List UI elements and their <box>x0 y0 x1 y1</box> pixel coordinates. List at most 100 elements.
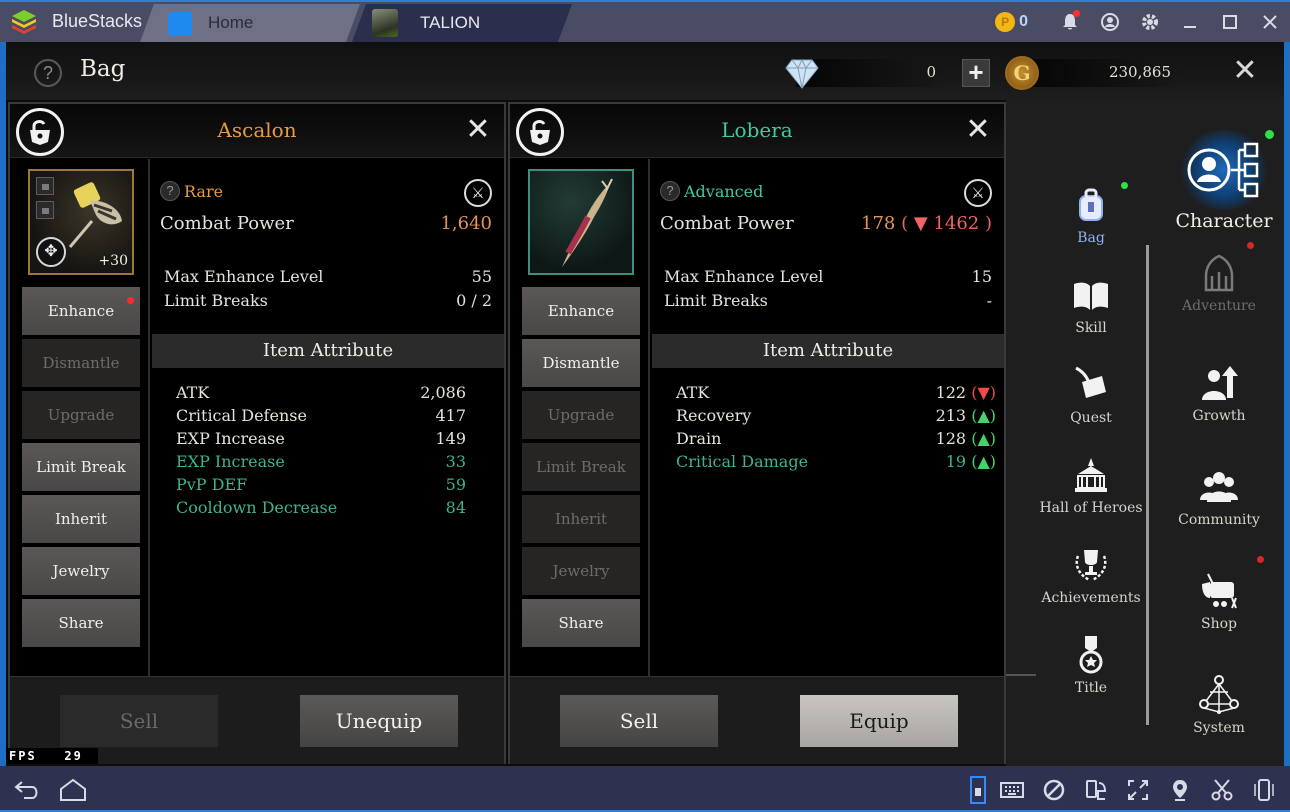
home-nav-icon[interactable] <box>58 778 88 802</box>
eco-mode-icon[interactable] <box>1038 776 1070 804</box>
button-label: Upgrade <box>47 406 115 424</box>
button-label: Limit Break <box>536 458 626 476</box>
attribute-value: 2,086 <box>420 383 466 402</box>
menu-skill[interactable]: Skill <box>1026 272 1156 336</box>
tab-home[interactable]: Home <box>140 4 360 42</box>
attribute-value-wrap: 122 (▼) <box>936 381 996 404</box>
weapon-type-icon[interactable]: ⚔ <box>964 179 992 207</box>
equip-button[interactable]: Equip <box>800 695 958 747</box>
enhance-button[interactable]: Enhance <box>22 287 140 335</box>
armor-type-icon <box>36 237 66 267</box>
button-label: Sell <box>619 709 659 733</box>
attribute-label: Drain <box>676 429 722 448</box>
weapon-type-icon[interactable]: ⚔ <box>464 179 492 207</box>
sell-button[interactable]: Sell <box>560 695 718 747</box>
scroll-quill-icon <box>1068 362 1114 408</box>
unequip-button[interactable]: Unequip <box>300 695 458 747</box>
close-panel-button[interactable]: ✕ <box>964 115 992 145</box>
combat-power-delta: 1462 <box>933 213 980 234</box>
grade-help-icon[interactable]: ? <box>160 181 180 201</box>
attribute-list: ATK 122 (▼) Recovery 213 (▲) Drain 128 (▲) … <box>676 381 996 473</box>
stat-value: 0 / 2 <box>456 291 492 310</box>
scissors-icon[interactable] <box>1206 776 1238 804</box>
grade-help-icon[interactable]: ? <box>660 181 680 201</box>
attribute-label: ATK <box>176 383 210 402</box>
bag-header: ? Bag 0 + 230,865 G ✕ <box>6 42 1284 100</box>
hammer-weapon-icon <box>68 182 122 248</box>
people-icon <box>1196 464 1242 510</box>
item-name: Ascalon <box>217 118 297 142</box>
panel-footer: Sell Equip <box>510 676 1004 764</box>
menu-system[interactable]: System <box>1154 672 1284 736</box>
attribute-value: 417 <box>435 406 466 425</box>
mode-toggle-icon[interactable] <box>970 776 986 804</box>
limit-break-button[interactable]: Limit Break <box>22 443 140 491</box>
menu-hall-of-heroes[interactable]: Hall of Heroes <box>1026 452 1156 516</box>
attribute-row: Critical Defense 417 <box>176 404 466 427</box>
limit-break-button[interactable]: Limit Break <box>522 443 640 491</box>
upgrade-button[interactable]: Upgrade <box>22 391 140 439</box>
sell-button[interactable]: Sell <box>60 695 218 747</box>
tab-talion[interactable]: TALION <box>352 4 572 42</box>
menu-title[interactable]: Title <box>1026 632 1156 696</box>
jewelry-button[interactable]: Jewelry <box>22 547 140 595</box>
dismantle-button[interactable]: Dismantle <box>522 339 640 387</box>
trophy-laurel-icon <box>1068 542 1114 588</box>
menu-achievements[interactable]: Achievements <box>1026 542 1156 606</box>
item-attribute-header: Item Attribute <box>652 334 1004 368</box>
attribute-value: 149 <box>435 429 466 448</box>
inherit-button[interactable]: Inherit <box>22 495 140 543</box>
fullscreen-icon[interactable] <box>1122 776 1154 804</box>
menu-character[interactable]: Character <box>1166 130 1282 232</box>
menu-quest[interactable]: Quest <box>1026 362 1156 426</box>
socket-lock-icon <box>36 201 54 219</box>
share-button[interactable]: Share <box>522 599 640 647</box>
minimize-icon[interactable] <box>1170 6 1210 38</box>
rotate-icon[interactable] <box>1080 776 1112 804</box>
bell-icon[interactable] <box>1050 6 1090 38</box>
help-icon[interactable]: ? <box>34 59 62 87</box>
close-icon[interactable] <box>1250 6 1290 38</box>
combat-power-value: 1,640 <box>440 213 492 234</box>
attribute-list: ATK 2,086 Critical Defense 417 EXP Increas… <box>176 381 466 519</box>
inherit-button[interactable]: Inherit <box>522 495 640 543</box>
keyboard-icon[interactable] <box>996 776 1028 804</box>
back-icon[interactable] <box>12 778 42 802</box>
add-diamonds-button[interactable]: + <box>962 59 990 87</box>
attribute-label: Cooldown Decrease <box>176 498 338 517</box>
stat-row: Limit Breaks 0 / 2 <box>164 289 492 313</box>
button-label: Limit Break <box>36 458 126 476</box>
close-bag-button[interactable]: ✕ <box>1230 56 1260 86</box>
enhance-button[interactable]: Enhance <box>522 287 640 335</box>
character-icon <box>1179 130 1269 210</box>
notification-dot <box>1257 556 1264 563</box>
attribute-row: Recovery 213 (▲) <box>676 404 996 427</box>
menu-label: Adventure <box>1182 298 1256 314</box>
button-label: Dismantle <box>42 354 120 372</box>
menu-bag[interactable]: Bag <box>1026 182 1156 246</box>
shake-device-icon[interactable] <box>1248 776 1280 804</box>
menu-adventure[interactable]: Adventure <box>1154 242 1284 314</box>
menu-shop[interactable]: Shop <box>1154 556 1284 632</box>
menu-community[interactable]: Community <box>1154 464 1284 528</box>
dismantle-button[interactable]: Dismantle <box>22 339 140 387</box>
gear-icon[interactable] <box>1130 6 1170 38</box>
attribute-value-wrap: 213 (▲) <box>936 404 996 427</box>
bluestacks-points-icon[interactable]: P <box>995 12 1016 32</box>
location-icon[interactable] <box>1164 776 1196 804</box>
enhance-level: +30 <box>98 253 128 269</box>
attribute-label: ATK <box>676 383 710 402</box>
share-button[interactable]: Share <box>22 599 140 647</box>
upgrade-button[interactable]: Upgrade <box>522 391 640 439</box>
close-panel-button[interactable]: ✕ <box>464 115 492 145</box>
item-grade: Rare <box>184 181 224 201</box>
account-icon[interactable] <box>1090 6 1130 38</box>
menu-growth[interactable]: Growth <box>1154 360 1284 424</box>
attribute-value: 33 <box>445 452 466 471</box>
bluestacks-toolbar <box>970 776 1280 804</box>
combat-power-label: Combat Power <box>660 213 794 234</box>
notification-dot <box>127 297 134 304</box>
button-label: Sell <box>119 709 159 733</box>
maximize-icon[interactable] <box>1210 6 1250 38</box>
jewelry-button[interactable]: Jewelry <box>522 547 640 595</box>
